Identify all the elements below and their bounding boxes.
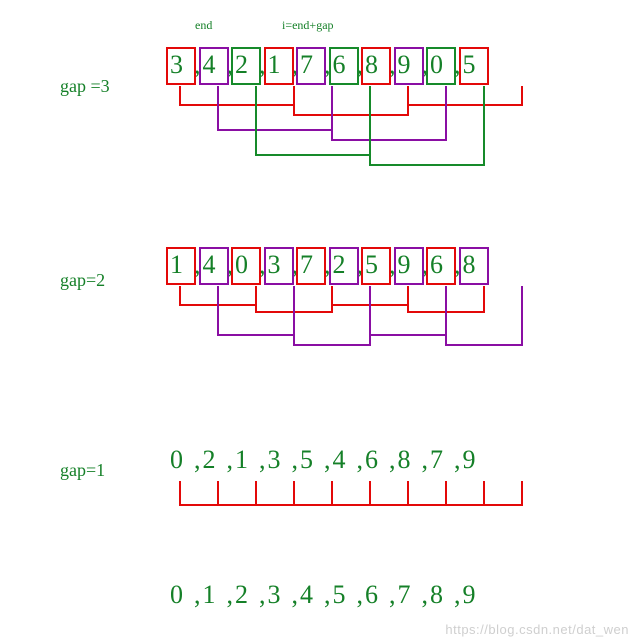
row-gap2: 1,4,0,3,7,2,5,9,6,8 — [170, 250, 501, 280]
row-result: 0,1,2,3,4,5,6,7,8,9 — [170, 580, 501, 610]
label-iendgap: i=end+gap — [282, 18, 334, 33]
array-cell: 5 — [463, 50, 501, 80]
label-end: end — [195, 18, 212, 33]
gap3-label: gap =3 — [60, 76, 110, 97]
watermark: https://blog.csdn.net/dat_wen — [445, 622, 629, 637]
gap1-label: gap=1 — [60, 460, 105, 481]
row-gap1: 0,2,1,3,5,4,6,8,7,9 — [170, 445, 501, 475]
array-cell: 9 — [463, 580, 501, 610]
array-cell: 9 — [463, 445, 501, 475]
array-cell: 8 — [463, 250, 501, 280]
gap2-label: gap=2 — [60, 270, 105, 291]
row-gap3: 3,4,2,1,7,6,8,9,0,5 — [170, 50, 501, 80]
